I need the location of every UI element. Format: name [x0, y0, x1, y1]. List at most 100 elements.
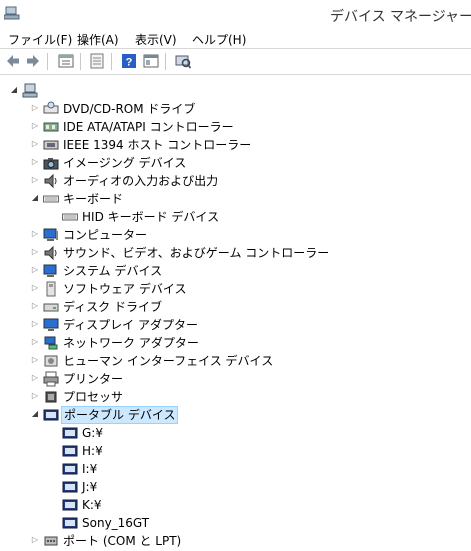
tree-item[interactable]: ◢ ポータブル デバイス	[0, 406, 471, 424]
tree-item-label: K:¥	[82, 498, 102, 512]
portable-device-icon	[62, 463, 78, 475]
tree-item-label: G:¥	[82, 426, 103, 440]
portable-device-icon	[62, 445, 78, 457]
expand-arrow-icon[interactable]: ▷	[30, 175, 40, 185]
disk-drive-icon	[43, 303, 59, 312]
tree-item[interactable]: ▷ ソフトウェア デバイス	[0, 280, 471, 298]
hid-icon	[44, 355, 58, 367]
ieee1394-icon	[43, 140, 59, 150]
tree-item[interactable]: ▷ サウンド、ビデオ、およびゲーム コントローラー	[0, 244, 471, 262]
tree-item[interactable]: ▷ IEEE 1394 ホスト コントローラー	[0, 136, 471, 154]
toolbar-separator	[80, 53, 81, 70]
tree-item[interactable]: ◢	[0, 82, 471, 100]
tree-item[interactable]: ▷ イメージング デバイス	[0, 154, 471, 172]
expand-arrow-icon[interactable]: ▷	[30, 121, 40, 131]
tree-item-label: オーディオの入力および出力	[63, 174, 219, 188]
tree-item[interactable]: ▷ プロセッサ	[0, 388, 471, 406]
port-icon	[44, 536, 58, 546]
toolbar-separator	[165, 53, 166, 70]
tree-item[interactable]: ▷ コンピューター	[0, 226, 471, 244]
tree-item-label: プリンター	[63, 372, 124, 386]
svg-text:?: ?	[126, 57, 133, 69]
update-icon[interactable]	[89, 53, 105, 69]
tree-item-label: Sony_16GT	[82, 516, 150, 530]
tree-item[interactable]: K:¥	[0, 496, 471, 514]
tree-item[interactable]: H:¥	[0, 442, 471, 460]
tree-item[interactable]: G:¥	[0, 424, 471, 442]
portable-device-icon	[62, 499, 78, 511]
toolbar-separator	[47, 53, 48, 70]
properties-icon[interactable]	[58, 53, 74, 69]
toolbar: ?	[0, 49, 471, 75]
tree-item[interactable]: ▷ ディスク ドライブ	[0, 298, 471, 316]
tree-item-label: DVD/CD-ROM ドライブ	[63, 102, 196, 116]
tree-item[interactable]: ▷ プリンター	[0, 370, 471, 388]
expand-arrow-icon[interactable]: ▷	[30, 283, 40, 293]
tree-item-label: キーボード	[63, 192, 124, 206]
collapse-arrow-icon[interactable]: ◢	[30, 193, 40, 203]
portable-device-icon	[62, 427, 78, 439]
expand-arrow-icon[interactable]: ▷	[30, 301, 40, 311]
expand-arrow-icon[interactable]: ▷	[30, 391, 40, 401]
scan-icon[interactable]	[175, 53, 191, 69]
tree-item[interactable]: ▷ ディスプレイ アダプター	[0, 316, 471, 334]
menu-bar: ファイル(F) 操作(A) 表示(V) ヘルプ(H)	[0, 29, 471, 49]
expand-arrow-icon[interactable]: ▷	[30, 157, 40, 167]
printer-icon	[43, 371, 59, 387]
menu-help[interactable]: ヘルプ(H)	[190, 30, 248, 49]
tree-item[interactable]: ▷ DVD/CD-ROM ドライブ	[0, 100, 471, 118]
tree-item[interactable]: HID キーボード デバイス	[0, 208, 471, 226]
portable-device-icon	[62, 517, 78, 529]
tree-item[interactable]: Sony_16GT	[0, 514, 471, 532]
tree-item-label: ヒューマン インターフェイス デバイス	[63, 354, 274, 368]
computer-root-icon	[22, 83, 38, 98]
tree-item-label: ネットワーク アダプター	[63, 336, 199, 350]
processor-icon	[45, 391, 57, 403]
expand-arrow-icon[interactable]: ▷	[30, 265, 40, 275]
expand-arrow-icon[interactable]: ▷	[30, 373, 40, 383]
software-icon	[46, 281, 56, 297]
tree-item-label: IEEE 1394 ホスト コントローラー	[63, 138, 252, 152]
tree-item-label: ソフトウェア デバイス	[63, 282, 187, 296]
tree-item-label: H:¥	[82, 444, 103, 458]
tree-item-label: J:¥	[82, 480, 98, 494]
expand-arrow-icon[interactable]: ▷	[30, 229, 40, 239]
forward-icon[interactable]	[25, 53, 41, 69]
menu-view[interactable]: 表示(V)	[133, 30, 179, 49]
tree-item-label: コンピューター	[63, 228, 148, 242]
tree-item-label: プロセッサ	[63, 390, 124, 404]
computer-icon	[43, 228, 58, 241]
keyboard-icon	[43, 195, 59, 203]
view-icon[interactable]	[143, 53, 159, 69]
tree-item[interactable]: J:¥	[0, 478, 471, 496]
system-icon	[43, 264, 57, 277]
expand-arrow-icon[interactable]: ▷	[30, 103, 40, 113]
tree-item[interactable]: ▷ システム デバイス	[0, 262, 471, 280]
tree-item[interactable]: ▷ IDE ATA/ATAPI コントローラー	[0, 118, 471, 136]
tree-item-label: ディスク ドライブ	[63, 300, 162, 314]
expand-arrow-icon[interactable]: ▷	[30, 535, 40, 545]
menu-action[interactable]: 操作(A)	[75, 30, 121, 49]
device-tree: ◢ ▷ DVD/CD-ROM ドライブ ▷ IDE ATA/ATAPI コントローラー ▷…	[0, 75, 471, 551]
back-icon[interactable]	[5, 53, 21, 69]
tree-item-label: IDE ATA/ATAPI コントローラー	[63, 120, 234, 134]
expand-arrow-icon[interactable]: ▷	[30, 319, 40, 329]
help-icon[interactable]: ?	[121, 53, 137, 69]
tree-item[interactable]: I:¥	[0, 460, 471, 478]
collapse-arrow-icon[interactable]: ◢	[30, 409, 40, 419]
tree-item[interactable]: ◢ キーボード	[0, 190, 471, 208]
collapse-arrow-icon[interactable]: ◢	[9, 85, 19, 95]
tree-item[interactable]: ▷ ネットワーク アダプター	[0, 334, 471, 352]
expand-arrow-icon[interactable]: ▷	[30, 247, 40, 257]
camera-icon	[43, 158, 59, 170]
menu-file[interactable]: ファイル(F)	[6, 30, 74, 49]
tree-item[interactable]: ▷ オーディオの入力および出力	[0, 172, 471, 190]
expand-arrow-icon[interactable]: ▷	[30, 355, 40, 365]
toolbar-separator	[111, 53, 112, 70]
portable-device-icon	[62, 481, 78, 493]
tree-item[interactable]: ▷ ポート (COM と LPT)	[0, 532, 471, 550]
tree-item[interactable]: ▷ ヒューマン インターフェイス デバイス	[0, 352, 471, 370]
expand-arrow-icon[interactable]: ▷	[30, 139, 40, 149]
network-icon	[44, 336, 58, 350]
expand-arrow-icon[interactable]: ▷	[30, 337, 40, 347]
